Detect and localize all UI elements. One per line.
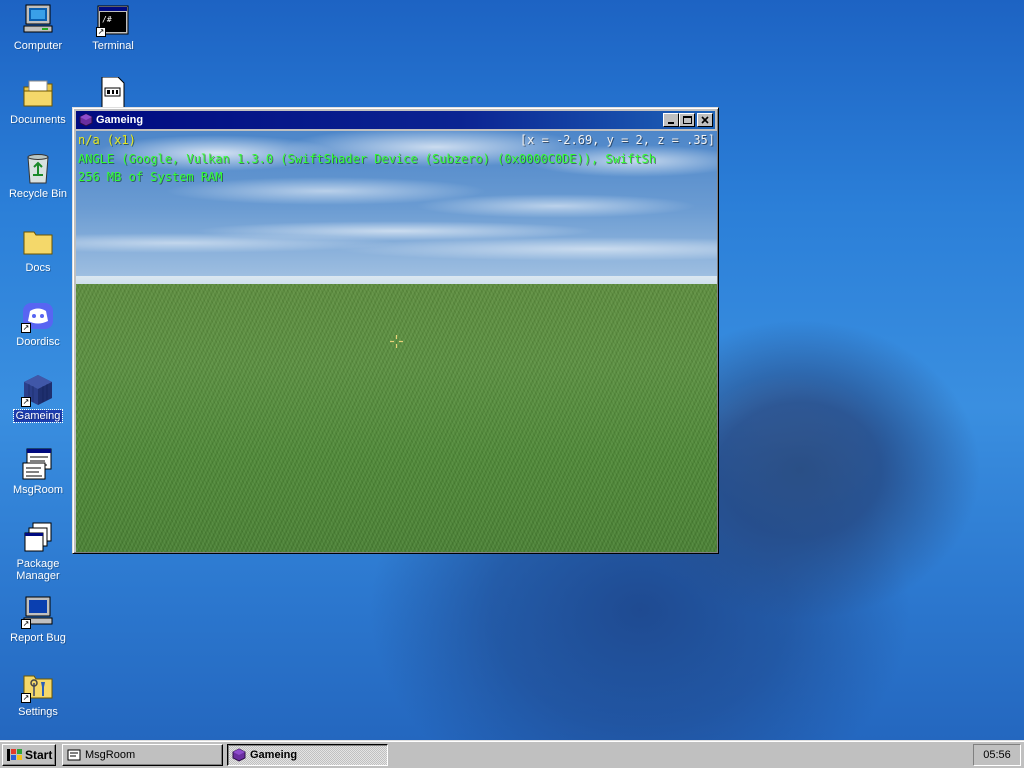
discord-icon: ↗ [21,299,55,333]
minimize-button[interactable] [663,113,679,127]
settings-folder-icon: ↗ [21,669,55,703]
svg-text:/#: /# [102,15,112,24]
computer-icon [21,3,55,37]
start-button[interactable]: Start [2,744,56,766]
cube-icon: ↗ [21,373,55,407]
game-canvas[interactable]: n/a (x1) [x = -2.69, y = 2, z = .35] ANG… [76,131,717,552]
taskbar: Start MsgRoom Gameing 05:56 [0,740,1024,768]
desktop-icon-label: Doordisc [16,336,60,348]
desktop-icon-label: Computer [13,40,63,52]
desktop-icon-report-bug[interactable]: ↗ Report Bug [0,595,76,644]
chat-window-icon [21,447,55,481]
gameing-app-icon [79,113,93,127]
folder-icon [21,225,55,259]
desktop-icon-label: Terminal [92,40,134,52]
desktop-icon-recycle-bin[interactable]: Recycle Bin [0,151,76,200]
desktop-icon-documents[interactable]: Documents [0,77,76,126]
start-logo-icon [7,749,22,761]
desktop-icon-settings[interactable]: ↗ Settings [0,669,76,718]
window-titlebar[interactable]: Gameing [76,111,715,129]
computer-bug-icon: ↗ [21,595,55,629]
desktop-icon-label: Recycle Bin [8,188,68,200]
shortcut-arrow-icon: ↗ [21,397,31,407]
desktop-icon-terminal[interactable]: /# ↗ Terminal [75,3,151,52]
desktop-icon-computer[interactable]: Computer [0,3,76,52]
shortcut-arrow-icon: ↗ [21,693,31,703]
grass-ground [76,284,717,552]
shortcut-arrow-icon: ↗ [21,619,31,629]
gameing-window[interactable]: Gameing n/a (x1) [x = -2.69, y = 2, z = … [72,107,719,554]
desktop-icon-label: MsgRoom [12,484,64,496]
start-label: Start [25,748,53,762]
shortcut-arrow-icon: ↗ [21,323,31,333]
chat-window-icon [67,749,81,761]
crosshair-icon [390,335,403,348]
terminal-icon: /# ↗ [96,3,130,37]
desktop-icon-gameing[interactable]: ↗ Gameing [0,373,76,423]
desktop-icon-docs[interactable]: Docs [0,225,76,274]
system-tray-clock[interactable]: 05:56 [973,744,1021,766]
shortcut-arrow-icon: ↗ [96,27,106,37]
desktop-icon-label: Gameing [12,409,64,423]
documents-folder-icon [21,77,55,111]
recycle-bin-icon [21,151,55,185]
desktop-icon-label: Docs [25,262,51,274]
hud-coordinates: [x = -2.69, y = 2, z = .35] [519,133,715,147]
desktop-icon-label: Report Bug [10,632,66,644]
horizon [76,276,717,284]
package-icon [21,521,55,555]
hud-memory-text: 256 MB of System RAM [78,170,223,184]
taskbar-item-msgroom[interactable]: MsgRoom [62,744,223,766]
close-button[interactable] [697,113,713,127]
hud-renderer-text: ANGLE (Google, Vulkan 1.3.0 (SwiftShader… [78,152,656,166]
desktop-icon-msgroom[interactable]: MsgRoom [0,447,76,496]
clock-text: 05:56 [983,749,1011,761]
taskbar-item-label: Gameing [250,749,298,761]
desktop-icon-doordisc[interactable]: ↗ Doordisc [0,299,76,348]
desktop-icon-label: Settings [18,706,58,718]
hud-mode-text: n/a (x1) [78,133,136,147]
maximize-button[interactable] [679,113,695,127]
window-title: Gameing [96,114,144,126]
file-icon [96,76,130,112]
taskbar-item-gameing[interactable]: Gameing [227,744,388,766]
desktop-icon-label: Documents [10,114,66,126]
taskbar-item-label: MsgRoom [85,749,136,761]
gameing-app-icon [232,748,246,762]
desktop-icon-label: Package Manager [16,558,60,582]
desktop-icon-package-manager[interactable]: Package Manager [0,521,76,582]
